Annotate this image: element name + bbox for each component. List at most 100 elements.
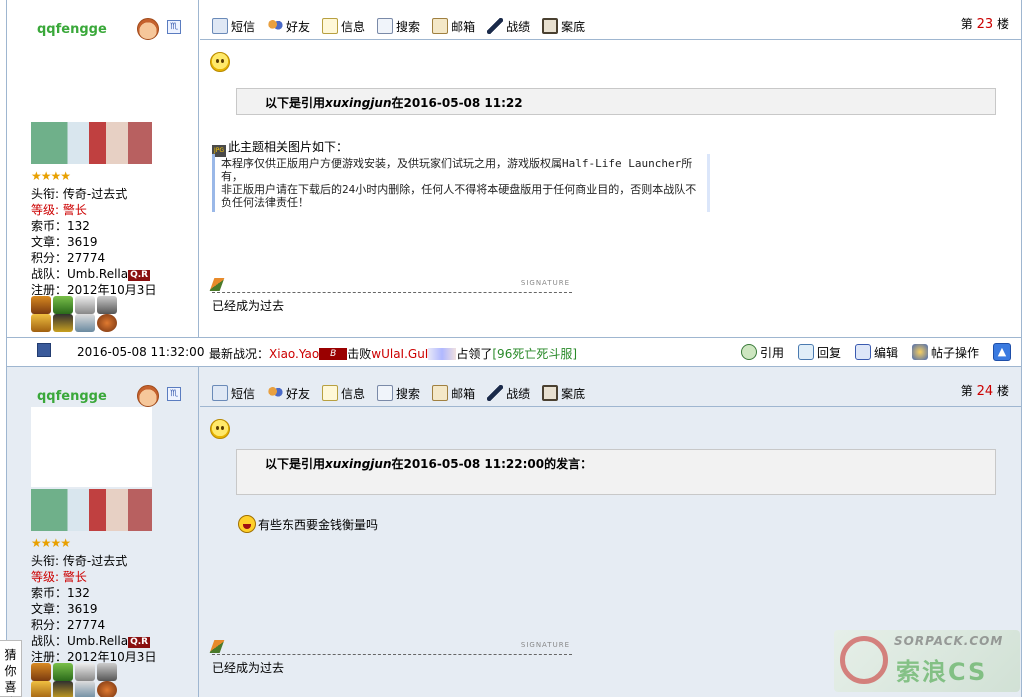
divider	[200, 406, 1021, 407]
medal-icon	[31, 681, 51, 697]
watermark-text: SORPACK.COM	[894, 634, 1004, 648]
battle-news: 最新战况： Xiao.Yao B 击败 wUlaI.GuI 占领了 [96死亡死…	[209, 345, 578, 362]
mail-icon	[432, 385, 449, 401]
zodiac-icon: ♏	[167, 20, 181, 34]
guess-you-like-tab[interactable]: 猜你喜欢	[0, 640, 22, 697]
archive-button[interactable]: 案底	[542, 384, 585, 402]
level-label: 等级:	[31, 203, 60, 217]
points: 积分：27774	[31, 618, 106, 632]
medal-icon	[53, 296, 73, 314]
team-badge: Q.R	[128, 637, 151, 648]
attached-image[interactable]: 本程序仅供正版用户方便游戏安装，及供玩家们试玩之用，游戏版权属Half-Life…	[212, 154, 710, 212]
face-icon	[137, 385, 159, 407]
info-button[interactable]: 信息	[322, 384, 365, 402]
level-value: 警长	[62, 570, 87, 584]
team-badge: Q.R	[128, 270, 151, 281]
basketball-icon	[97, 314, 117, 332]
quote-button[interactable]: 引用	[740, 344, 784, 361]
search-icon	[377, 385, 394, 401]
info-icon	[322, 385, 339, 401]
post-toolbar: 短信 好友 信息 搜索 邮箱 战绩 案底	[212, 384, 597, 402]
post-toolbar: 短信 好友 信息 搜索 邮箱 战绩 案底	[212, 17, 597, 35]
title-label: 头衔:	[31, 187, 60, 201]
pic-line: 本程序仅供正版用户方便游戏安装，及供玩家们试玩之用，游戏版权属Half-Life…	[221, 157, 693, 183]
reply-text: 有些东西要金钱衡量吗	[238, 515, 378, 533]
player-a[interactable]: Xiao.Yao	[269, 347, 319, 361]
mail-icon	[432, 18, 449, 34]
post-content: 短信 好友 信息 搜索 邮箱 战绩 案底 第 23 楼 以下是引用xuxingj…	[200, 0, 1021, 337]
record-button[interactable]: 战绩	[487, 17, 530, 35]
archive-button[interactable]: 案底	[542, 17, 585, 35]
reply-icon	[797, 344, 814, 360]
clan-a-icon: B	[319, 347, 348, 360]
medal-icon	[31, 663, 51, 681]
user-info: 头衔: 传奇-过去式 等级: 警长 索币：132 文章：3619 积分：2777…	[31, 553, 156, 665]
post-time: 2016-05-08 11:32:00	[77, 345, 205, 359]
archive-icon	[542, 18, 559, 34]
coins: 索币：132	[31, 586, 90, 600]
search-icon	[377, 18, 394, 34]
message-icon	[212, 18, 228, 34]
computer-icon	[37, 343, 51, 357]
back-to-top-button[interactable]: ▲	[993, 343, 1011, 361]
medal-icon	[97, 296, 117, 314]
edit-button[interactable]: 编辑	[854, 344, 898, 361]
quote-icon	[740, 344, 757, 360]
avatar	[31, 122, 152, 164]
medals	[31, 294, 121, 334]
post-manage-button[interactable]: 帖子操作	[911, 344, 979, 361]
level-value: 警长	[62, 203, 87, 217]
info-icon	[322, 18, 339, 34]
zodiac-icon: ♏	[167, 387, 181, 401]
mail-button[interactable]: 邮箱	[432, 17, 475, 35]
avatar-frame	[31, 407, 152, 487]
reply-button[interactable]: 回复	[797, 344, 841, 361]
record-button[interactable]: 战绩	[487, 384, 530, 402]
username[interactable]: qqfengge	[37, 389, 107, 404]
signature-divider: SIGNATURE	[209, 640, 572, 655]
username[interactable]: qqfengge	[37, 22, 107, 37]
medal-icon	[53, 681, 73, 697]
edit-icon	[854, 344, 871, 360]
soldier-icon	[487, 385, 504, 401]
floor-number: 第 23 楼	[960, 17, 1009, 32]
search-button[interactable]: 搜索	[377, 17, 420, 35]
friends-icon	[267, 385, 284, 401]
friend-button[interactable]: 好友	[267, 384, 310, 402]
title-value: 传奇-过去式	[62, 554, 128, 568]
server-link[interactable]: [96死亡死斗服]	[492, 345, 577, 362]
title-value: 传奇-过去式	[62, 187, 128, 201]
pencil-icon	[209, 278, 225, 291]
smile-icon	[210, 419, 230, 439]
manage-icon	[911, 344, 928, 360]
laugh-icon	[238, 515, 256, 533]
quote-box: 以下是引用xuxingjun在2016-05-08 11:22:00的发言：	[236, 449, 996, 495]
rank-stars: ★★★★	[31, 169, 71, 183]
message-button[interactable]: 短信	[212, 17, 255, 35]
info-button[interactable]: 信息	[322, 17, 365, 35]
articles: 文章：3619	[31, 235, 98, 249]
medal-icon	[31, 314, 51, 332]
message-button[interactable]: 短信	[212, 384, 255, 402]
search-button[interactable]: 搜索	[377, 384, 420, 402]
soldier-icon	[487, 18, 504, 34]
post-23: qqfengge ♏ ★★★★ 头衔: 传奇-过去式 等级: 警长 索币：132…	[6, 0, 1022, 338]
site-watermark: SORPACK.COM 索浪CS	[834, 630, 1020, 692]
title-label: 头衔:	[31, 554, 60, 568]
friend-button[interactable]: 好友	[267, 17, 310, 35]
medal-icon	[75, 296, 95, 314]
basketball-icon	[97, 681, 117, 697]
pencil-icon	[209, 640, 225, 653]
medal-icon	[75, 681, 95, 697]
watermark-logo	[840, 636, 888, 684]
medal-icon	[31, 296, 51, 314]
medal-icon	[53, 314, 73, 332]
post-footer-bar: 2016-05-08 11:32:00 最新战况： Xiao.Yao B 击败 …	[6, 338, 1022, 366]
team-label: 战队：Umb.Rella	[31, 634, 129, 648]
floor-number: 第 24 楼	[960, 384, 1009, 399]
mail-button[interactable]: 邮箱	[432, 384, 475, 402]
signature: 已经成为过去	[212, 661, 285, 675]
team-label: 战队：Umb.Rella	[31, 267, 129, 281]
player-b[interactable]: wUlaI.GuI	[371, 347, 428, 361]
user-info: 头衔: 传奇-过去式 等级: 警长 索币：132 文章：3619 积分：2777…	[31, 186, 156, 298]
